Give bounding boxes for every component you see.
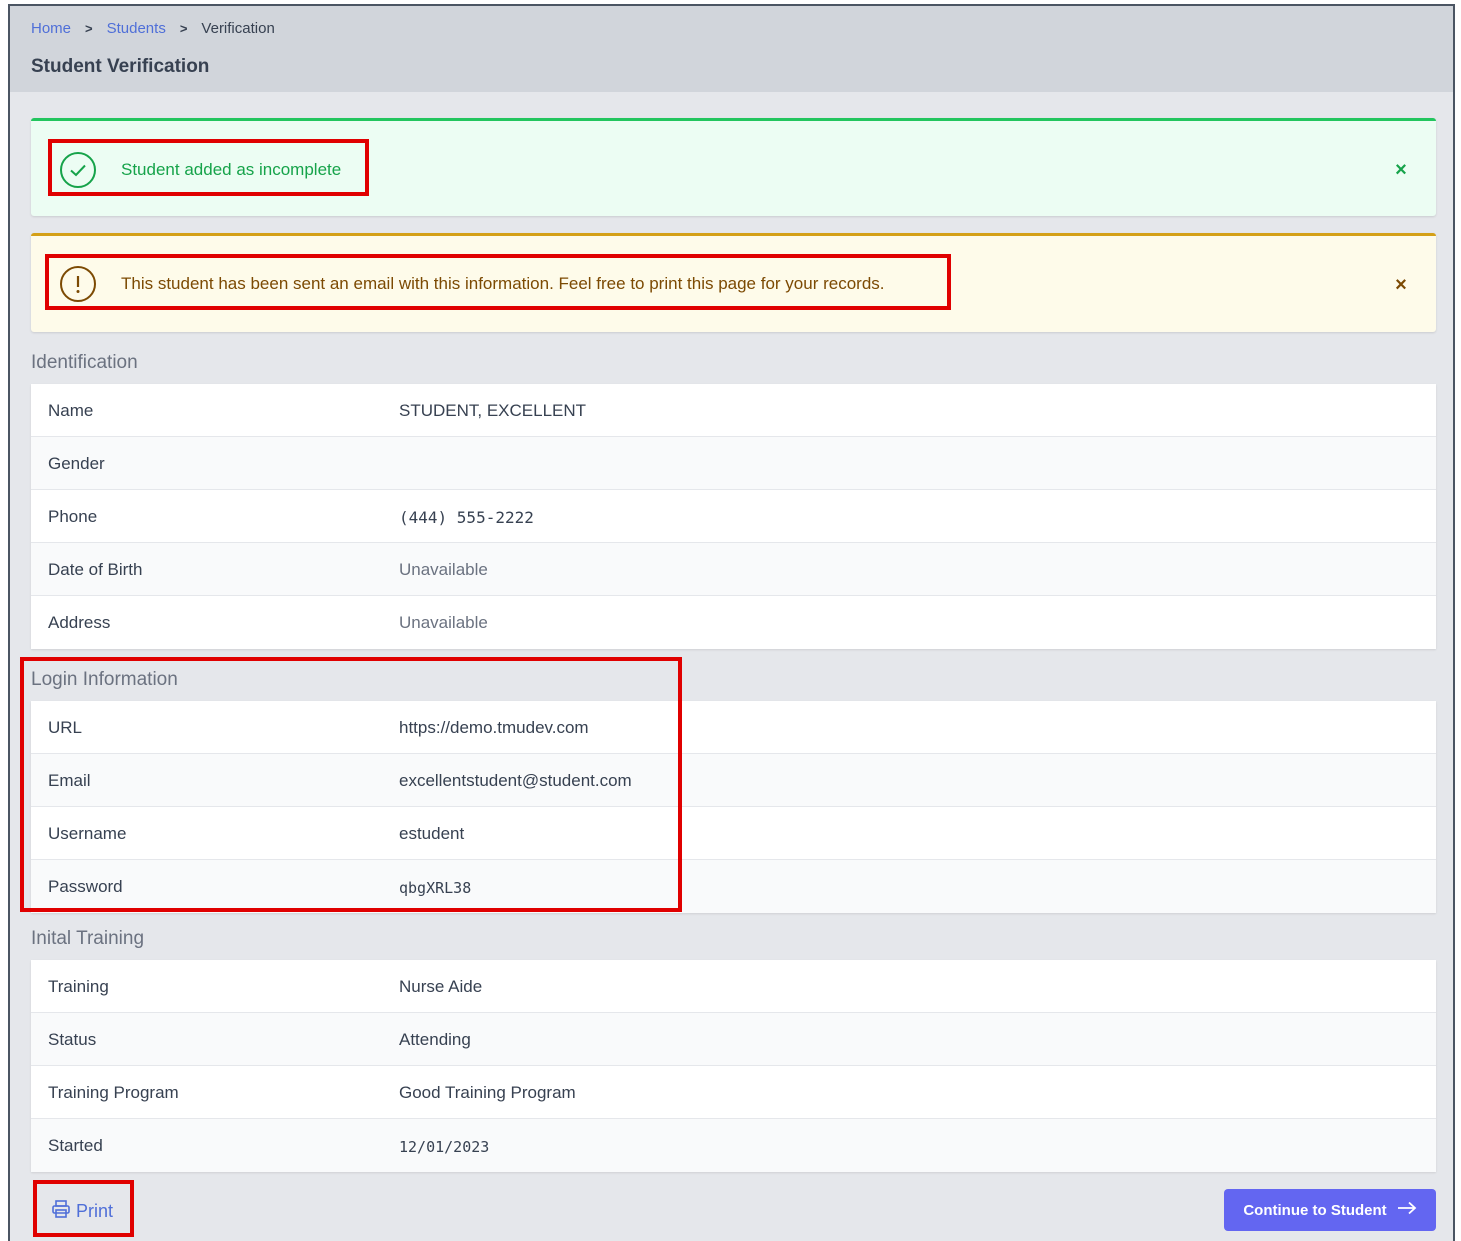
row-label: Training: [48, 977, 109, 996]
login-section-title: Login Information: [31, 669, 178, 690]
training-section-title: Inital Training: [31, 928, 145, 949]
row-label: Gender: [48, 454, 105, 473]
table-row: Password qbgXRL38: [31, 860, 1436, 913]
table-row: Name STUDENT, EXCELLENT: [31, 384, 1436, 437]
success-alert: Student added as incomplete ×: [31, 118, 1436, 216]
table-row: URL https://demo.tmudev.com: [31, 701, 1436, 754]
breadcrumb-separator: >: [85, 21, 93, 36]
check-circle-icon: [60, 152, 96, 188]
row-label: Password: [48, 877, 123, 896]
identification-section-title: Identification: [31, 352, 138, 373]
row-label: Phone: [48, 507, 98, 526]
row-value: qbgXRL38: [399, 879, 472, 897]
breadcrumb-home-link[interactable]: Home: [31, 20, 71, 37]
table-row: Training Program Good Training Program: [31, 1066, 1436, 1119]
table-row: Training Nurse Aide: [31, 960, 1436, 1013]
row-value: Unavailable: [399, 560, 488, 579]
breadcrumb-current: Verification: [201, 20, 275, 37]
row-value: https://demo.tmudev.com: [399, 718, 589, 737]
training-table: Training Nurse Aide Status Attending Tra…: [31, 960, 1436, 1172]
row-label: URL: [48, 718, 83, 737]
row-value: Nurse Aide: [399, 977, 483, 996]
continue-to-student-button[interactable]: Continue to Student: [1224, 1189, 1436, 1231]
login-table: URL https://demo.tmudev.com Email excell…: [31, 701, 1436, 913]
row-value: Attending: [399, 1030, 471, 1049]
row-label: Status: [48, 1030, 97, 1049]
continue-button-label: Continue to Student: [1243, 1201, 1387, 1219]
breadcrumb: Home > Students > Verification: [31, 20, 275, 37]
row-label: Started: [48, 1136, 103, 1155]
row-label: Username: [48, 824, 127, 843]
table-row: Username estudent: [31, 807, 1436, 860]
row-label: Name: [48, 401, 94, 420]
exclamation-circle-icon: [60, 266, 96, 302]
row-value: estudent: [399, 824, 465, 843]
breadcrumb-separator: >: [179, 21, 188, 36]
row-label: Training Program: [48, 1083, 179, 1102]
printer-icon: [51, 1199, 71, 1224]
row-value: 12/01/2023: [399, 1138, 490, 1156]
warning-alert: This student has been sent an email with…: [31, 233, 1436, 332]
row-value: STUDENT, EXCELLENT: [399, 401, 587, 420]
close-icon[interactable]: ×: [1390, 274, 1412, 296]
table-row: Gender: [31, 437, 1436, 490]
row-label: Email: [48, 771, 91, 790]
table-row: Phone (444) 555-2222: [31, 490, 1436, 543]
row-value: Unavailable: [399, 613, 488, 632]
page-title: Student Verification: [31, 56, 210, 77]
page-frame: Home > Students > Verification Student V…: [8, 4, 1455, 1241]
row-label: Address: [48, 613, 111, 632]
table-row: Date of Birth Unavailable: [31, 543, 1436, 596]
breadcrumb-students-link[interactable]: Students: [107, 20, 166, 37]
print-button-label: Print: [76, 1201, 114, 1221]
success-alert-message: Student added as incomplete: [121, 160, 342, 179]
close-icon[interactable]: ×: [1390, 159, 1412, 181]
print-button[interactable]: Print: [51, 1199, 113, 1224]
table-row: Status Attending: [31, 1013, 1436, 1066]
row-value: Good Training Program: [399, 1083, 576, 1102]
table-row: Email excellentstudent@student.com: [31, 754, 1436, 807]
page-header: Home > Students > Verification Student V…: [10, 6, 1453, 92]
row-value: excellentstudent@student.com: [399, 771, 632, 790]
table-row: Started 12/01/2023: [31, 1119, 1436, 1172]
table-row: Address Unavailable: [31, 596, 1436, 649]
row-value: (444) 555-2222: [399, 508, 534, 527]
warning-alert-message: This student has been sent an email with…: [121, 274, 885, 293]
identification-table: Name STUDENT, EXCELLENT Gender Phone (44…: [31, 384, 1436, 649]
row-label: Date of Birth: [48, 560, 143, 579]
arrow-right-icon: [1397, 1201, 1417, 1219]
